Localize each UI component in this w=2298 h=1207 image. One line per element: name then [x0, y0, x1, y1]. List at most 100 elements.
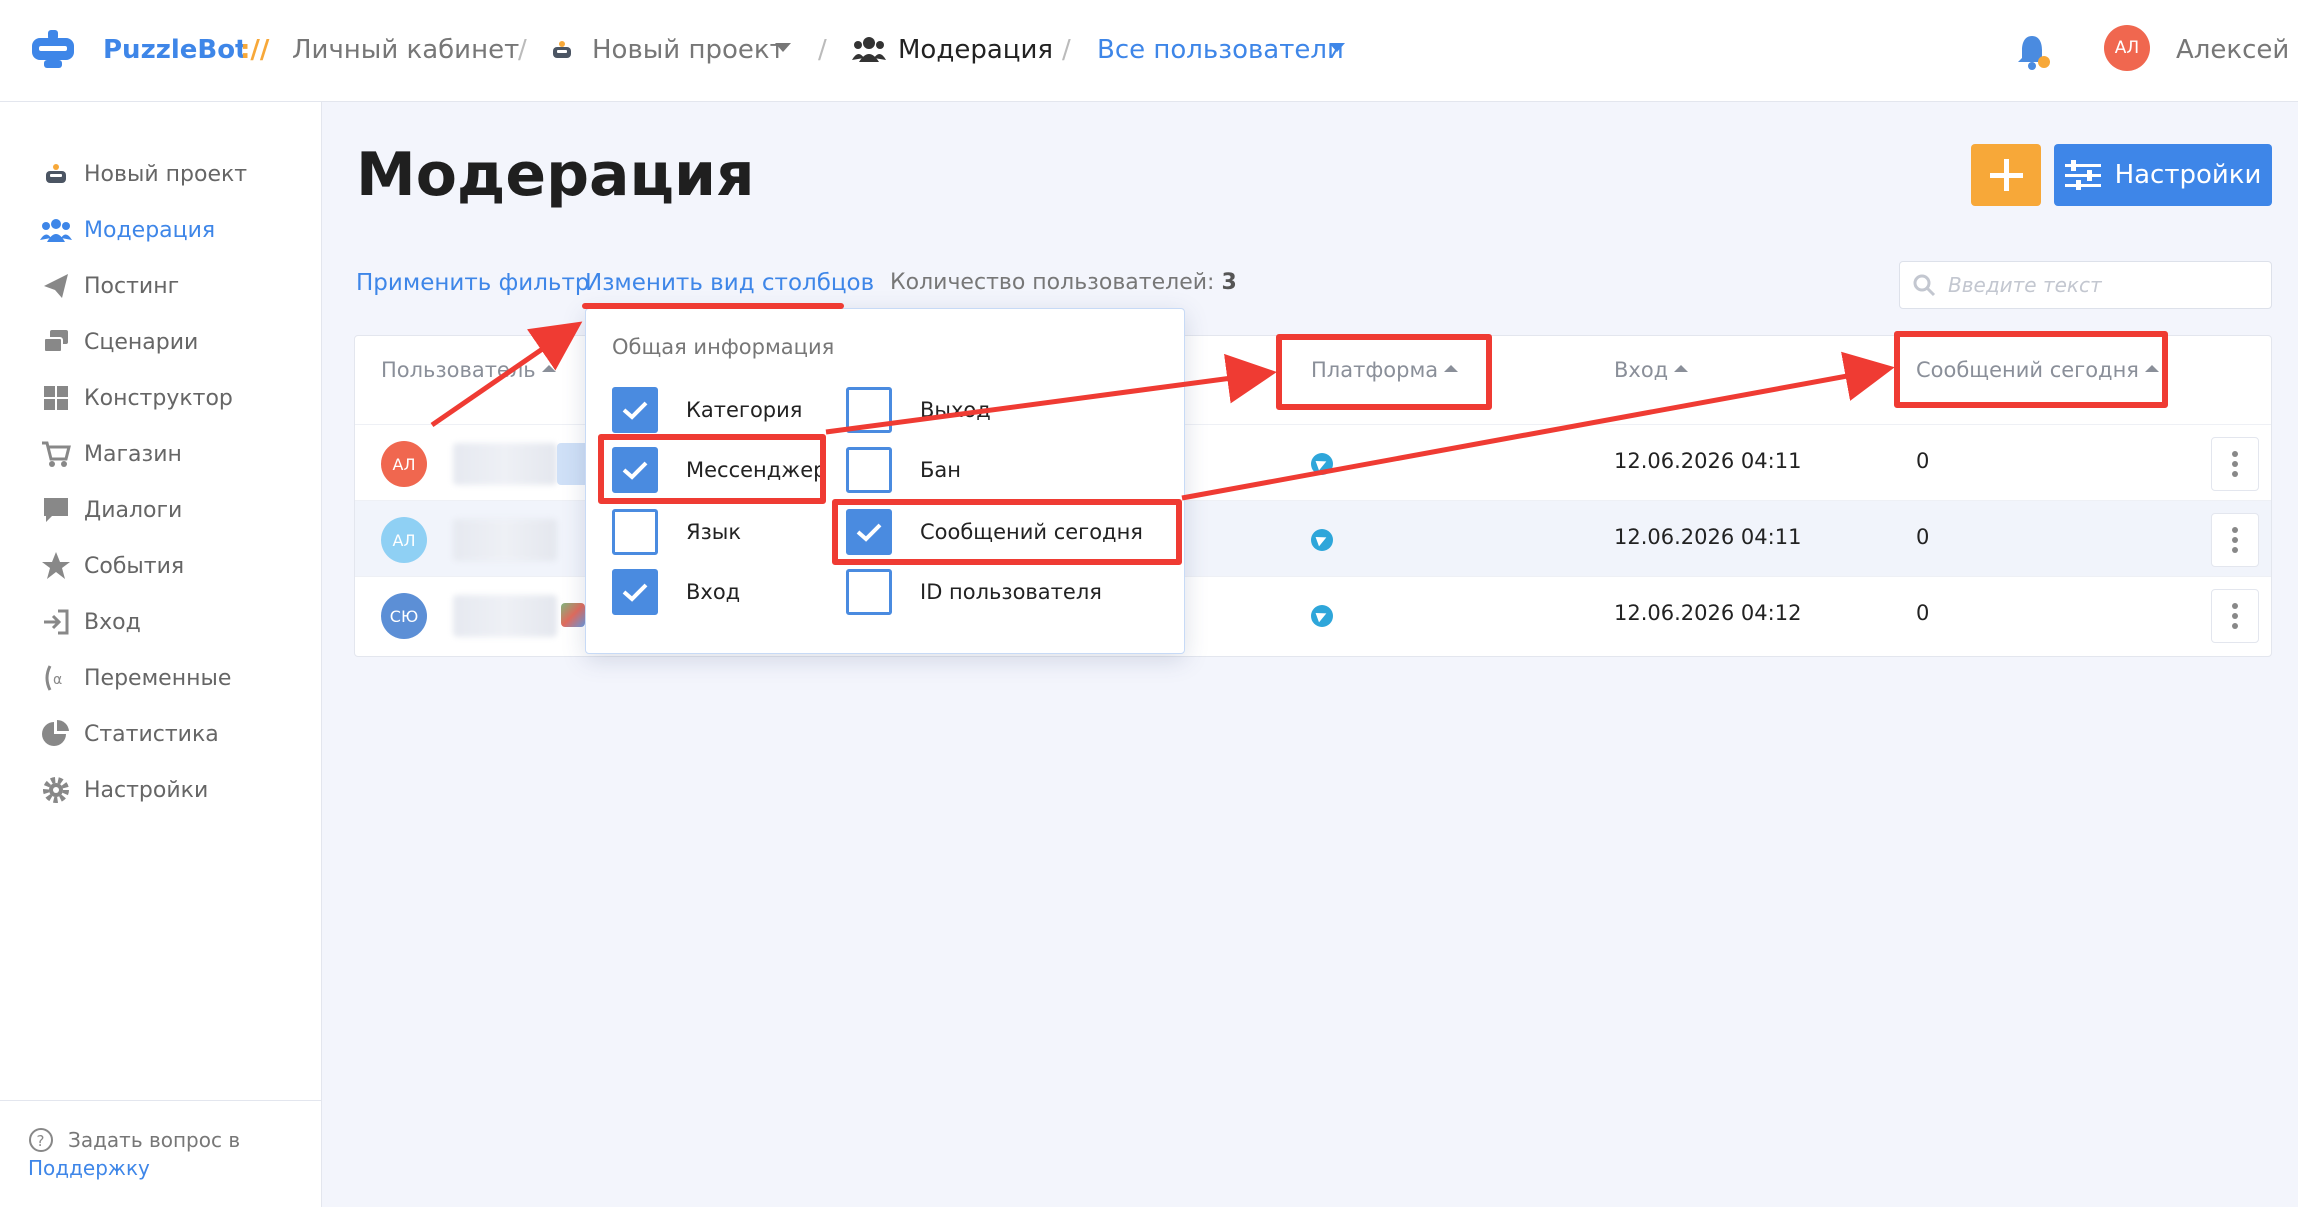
- option-language[interactable]: Язык: [612, 507, 741, 557]
- option-user-id[interactable]: ID пользователя: [846, 567, 1102, 617]
- breadcrumb-project[interactable]: Новый проект: [592, 28, 785, 72]
- bot-icon: [553, 41, 571, 58]
- messages-today: 0: [1916, 525, 1930, 549]
- messages-today: 0: [1916, 601, 1930, 625]
- brand-name[interactable]: PuzzleBot: [103, 28, 248, 72]
- change-columns-link[interactable]: Изменить вид столбцов: [585, 270, 874, 296]
- sidebar-item-label: Сценарии: [84, 329, 199, 355]
- users-icon: [852, 37, 886, 62]
- login-checkbox[interactable]: [612, 569, 658, 615]
- user-name-blurred: [453, 595, 557, 637]
- variable-icon: α: [45, 665, 62, 691]
- plus-icon: [1990, 159, 2023, 191]
- column-header-messages-today[interactable]: Сообщений сегодня: [1916, 358, 2159, 382]
- column-header-platform[interactable]: Платформа: [1311, 358, 1459, 382]
- option-login[interactable]: Вход: [612, 567, 740, 617]
- sidebar-item-dialogs[interactable]: Диалоги: [40, 490, 182, 530]
- support-link[interactable]: Поддержку: [28, 1154, 240, 1182]
- check-icon: [622, 583, 648, 602]
- option-messages-today[interactable]: Сообщений сегодня: [846, 507, 1143, 557]
- gear-icon: [43, 777, 69, 803]
- row-menu-button[interactable]: [2211, 513, 2259, 567]
- users-filter-dropdown[interactable]: Все пользователи: [1097, 28, 1344, 72]
- scenarios-icon: [43, 330, 68, 353]
- breadcrumb-cabinet[interactable]: Личный кабинет: [292, 28, 519, 72]
- bell-icon[interactable]: [2016, 32, 2052, 72]
- puzzlebot-logo-icon[interactable]: [30, 28, 76, 72]
- user-id-checkbox[interactable]: [846, 569, 892, 615]
- telegram-icon: [1311, 529, 1333, 551]
- sliders-icon: [2064, 160, 2101, 190]
- category-checkbox[interactable]: [612, 387, 658, 433]
- option-category[interactable]: Категория: [612, 385, 802, 435]
- star-icon: [42, 552, 70, 579]
- sign-in-icon: [44, 609, 69, 635]
- sidebar-item-variables[interactable]: α Переменные: [40, 658, 231, 698]
- question-icon: ?: [29, 1128, 53, 1152]
- sidebar-item-constructor[interactable]: Конструктор: [40, 378, 233, 418]
- exit-checkbox[interactable]: [846, 387, 892, 433]
- sidebar-item-label: Магазин: [84, 441, 182, 467]
- sidebar-item-login[interactable]: Вход: [40, 602, 141, 642]
- bot-icon: [46, 164, 66, 183]
- cart-icon: [42, 441, 71, 467]
- svg-text:?: ?: [37, 1132, 45, 1150]
- chat-icon: [44, 498, 68, 522]
- breadcrumb-section: Модерация: [898, 35, 1053, 65]
- ban-checkbox[interactable]: [846, 447, 892, 493]
- messenger-checkbox[interactable]: [612, 447, 658, 493]
- avatar: СЮ: [381, 593, 427, 639]
- avatar: АЛ: [381, 441, 427, 487]
- option-label: Вход: [686, 580, 741, 604]
- sidebar-item-moderation[interactable]: Модерация: [40, 210, 215, 250]
- option-messenger[interactable]: Мессенджер: [612, 445, 826, 495]
- brand-separator: ://: [240, 35, 270, 65]
- sidebar-item-statistics[interactable]: Статистика: [40, 714, 219, 754]
- users-icon: [40, 219, 72, 242]
- sidebar-item-events[interactable]: События: [40, 546, 184, 586]
- sidebar-item-settings[interactable]: Настройки: [40, 770, 208, 810]
- row-menu-button[interactable]: [2211, 437, 2259, 491]
- user-name[interactable]: Алексей: [2176, 28, 2289, 72]
- sidebar-item-label: Статистика: [84, 721, 219, 747]
- paper-plane-icon: [44, 274, 68, 298]
- sidebar-divider: [0, 1100, 322, 1101]
- chevron-down-icon[interactable]: [774, 42, 792, 54]
- support-block: ? Задать вопрос в Поддержку: [28, 1126, 240, 1182]
- sidebar-item-shop[interactable]: Магазин: [40, 434, 182, 474]
- search-box[interactable]: [1899, 261, 2272, 309]
- users-count-label: Количество пользователей:: [890, 270, 1215, 295]
- messages-today-checkbox[interactable]: [846, 509, 892, 555]
- sidebar-item-posting[interactable]: Постинг: [40, 266, 179, 306]
- apply-filter-link[interactable]: Применить фильтр: [356, 270, 589, 296]
- settings-button[interactable]: Настройки: [2054, 144, 2272, 206]
- sidebar-item-label: Постинг: [84, 273, 180, 299]
- option-label: Язык: [686, 520, 742, 544]
- check-icon: [622, 461, 648, 480]
- users-count-value: 3: [1221, 270, 1237, 295]
- sidebar-item-new-project[interactable]: Новый проект: [40, 154, 247, 194]
- breadcrumb-separator: /: [518, 35, 527, 65]
- chevron-down-icon[interactable]: [1328, 42, 1346, 54]
- sidebar-item-label: Конструктор: [84, 385, 233, 411]
- telegram-icon: [1311, 605, 1333, 627]
- check-icon: [622, 401, 648, 420]
- user-name-blurred: [453, 443, 557, 485]
- add-button[interactable]: [1971, 144, 2041, 206]
- column-header-login[interactable]: Вход: [1614, 358, 1689, 382]
- search-input[interactable]: [1948, 273, 2248, 297]
- page-title: Модерация: [356, 140, 755, 210]
- column-header-user[interactable]: Пользователь: [381, 358, 556, 382]
- sidebar-item-scenarios[interactable]: Сценарии: [40, 322, 198, 362]
- option-exit[interactable]: Выход: [846, 385, 991, 435]
- messages-today: 0: [1916, 449, 1930, 473]
- telegram-icon: [1311, 453, 1333, 475]
- option-ban[interactable]: Бан: [846, 445, 961, 495]
- language-checkbox[interactable]: [612, 509, 658, 555]
- row-menu-button[interactable]: [2211, 589, 2259, 643]
- dropdown-heading: Общая информация: [612, 335, 835, 359]
- option-label: Мессенджер: [686, 458, 827, 482]
- users-count: Количество пользователей: 3: [890, 270, 1237, 295]
- avatar[interactable]: АЛ: [2104, 25, 2150, 71]
- top-bar: PuzzleBot :// Личный кабинет / Новый про…: [0, 0, 2298, 102]
